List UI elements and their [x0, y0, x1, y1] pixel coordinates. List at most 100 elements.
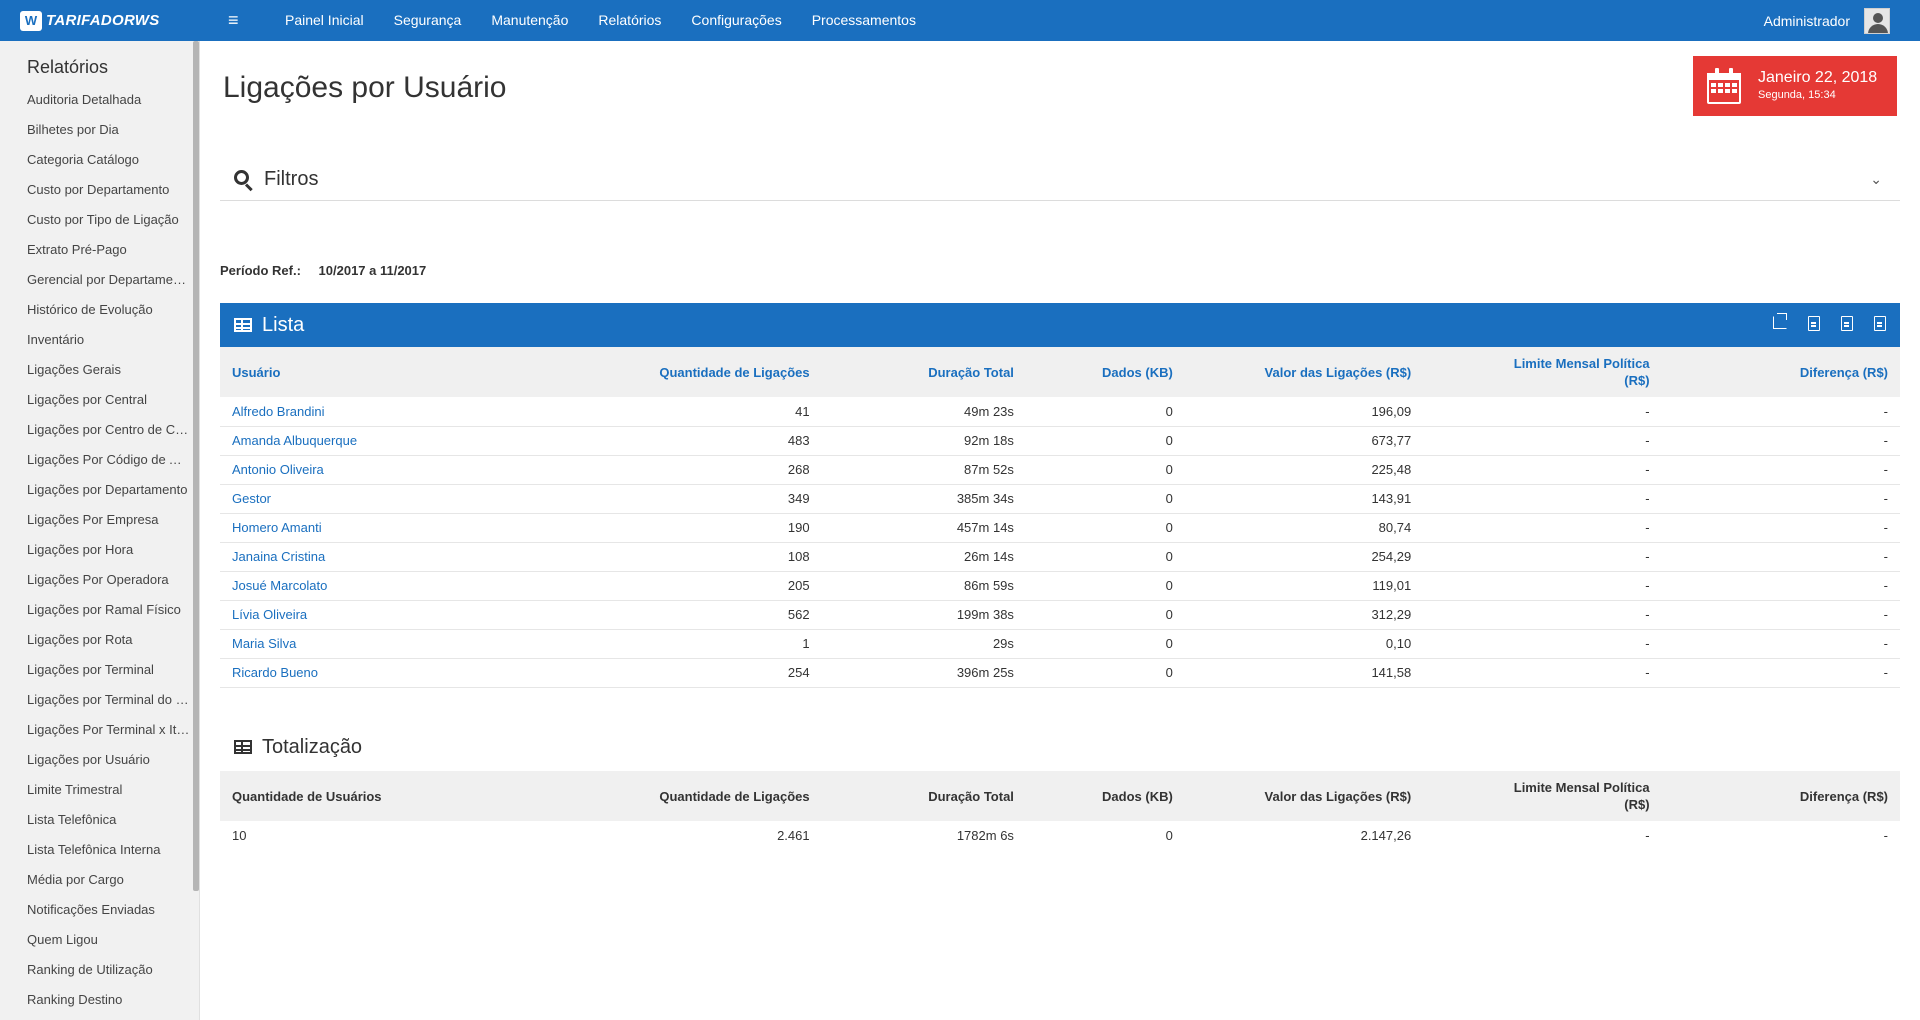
- user-link[interactable]: Gestor: [220, 484, 550, 514]
- table-cell: -: [1423, 426, 1662, 456]
- column-header[interactable]: Quantidade de Ligações: [549, 347, 822, 397]
- table-cell: 10: [232, 828, 247, 843]
- sidebar-item[interactable]: Lista Telefônica: [0, 805, 190, 835]
- sidebar-item[interactable]: Média por Cargo: [0, 865, 190, 895]
- user-link[interactable]: Antonio Oliveira: [220, 455, 550, 485]
- column-header[interactable]: Valor das Ligações (R$): [1184, 347, 1424, 397]
- table-cell: 349: [549, 484, 822, 514]
- sidebar-item[interactable]: Ligações por Ramal Físico: [0, 595, 190, 625]
- chevron-down-icon[interactable]: ⌄: [1870, 171, 1882, 188]
- period-reference: Período Ref.: 10/2017 a 11/2017: [220, 263, 426, 278]
- column-header[interactable]: Duração Total: [821, 347, 1026, 397]
- export-excel-icon[interactable]: [1874, 316, 1886, 331]
- sidebar-item[interactable]: Ligações por Terminal do Usuário: [0, 685, 190, 715]
- table-cell: 196,09: [1184, 397, 1424, 427]
- export-pdf-icon[interactable]: [1841, 316, 1853, 331]
- nav-item[interactable]: Configurações: [676, 0, 796, 41]
- table-row: Maria Silva 1 29s 0 0,10- -: [220, 629, 1900, 659]
- table-cell: 119,01: [1184, 571, 1424, 601]
- sidebar-item[interactable]: Lista Telefônica Interna: [0, 835, 190, 865]
- nav-item[interactable]: Segurança: [379, 0, 477, 41]
- sidebar-item[interactable]: Ligações Por Terminal x Item: [0, 715, 190, 745]
- table-cell: 483: [549, 426, 822, 456]
- user-link[interactable]: Ricardo Bueno: [220, 658, 550, 688]
- column-header[interactable]: Usuário: [220, 347, 550, 397]
- sidebar-item[interactable]: Extrato Pré-Pago: [0, 235, 190, 265]
- sidebar-item[interactable]: Ligações por Hora: [0, 535, 190, 565]
- sidebar-item[interactable]: Inventário: [0, 325, 190, 355]
- sidebar-item[interactable]: Auditoria Detalhada: [0, 85, 190, 115]
- user-link[interactable]: Lívia Oliveira: [220, 600, 550, 630]
- column-header[interactable]: Dados (KB): [1025, 347, 1185, 397]
- sidebar-item[interactable]: Ligações por Departamento: [0, 475, 190, 505]
- table-cell: 2.461: [777, 828, 810, 843]
- sidebar-item[interactable]: Ligações por Central: [0, 385, 190, 415]
- sidebar-item[interactable]: Custo por Tipo de Ligação: [0, 205, 190, 235]
- sidebar-item[interactable]: Categoria Catálogo: [0, 145, 190, 175]
- table-cell: -: [1423, 513, 1662, 543]
- table-cell: -: [1661, 426, 1900, 456]
- sidebar-item[interactable]: Custo por Departamento: [0, 175, 190, 205]
- sidebar-item[interactable]: Ligações por Rota: [0, 625, 190, 655]
- nav-item[interactable]: Relatórios: [583, 0, 676, 41]
- table-row: Antonio Oliveira 268 87m 52s 0 225,48- -: [220, 455, 1900, 485]
- column-header[interactable]: Diferença (R$): [1661, 347, 1900, 397]
- sidebar-item[interactable]: Limite Trimestral: [0, 775, 190, 805]
- table-cell: -: [1661, 571, 1900, 601]
- table-cell: -: [1661, 542, 1900, 572]
- column-header[interactable]: Limite Mensal Política (R$): [1423, 347, 1662, 397]
- sidebar-item[interactable]: Ligações por Terminal: [0, 655, 190, 685]
- table-cell: 199m 38s: [821, 600, 1026, 630]
- sidebar-item[interactable]: Ligações Gerais: [0, 355, 190, 385]
- table-cell: -: [1661, 513, 1900, 543]
- sidebar-item[interactable]: Ranking de Utilização: [0, 955, 190, 985]
- hamburger-menu-icon[interactable]: ≡: [228, 10, 248, 31]
- sidebar-item[interactable]: Ligações Por Operadora: [0, 565, 190, 595]
- table-cell: -: [1423, 542, 1662, 572]
- sidebar-item[interactable]: Ranking Destino: [0, 985, 190, 1015]
- table-cell: 2.147,26: [1360, 828, 1412, 843]
- sidebar-item[interactable]: Histórico de Evolução: [0, 295, 190, 325]
- table-cell: -: [1661, 455, 1900, 485]
- user-name[interactable]: Administrador: [1764, 13, 1850, 29]
- user-link[interactable]: Maria Silva: [220, 629, 550, 659]
- table-row: 10 2.461 1782m 6s 0 2.147,26 - -: [220, 821, 1900, 850]
- share-icon[interactable]: [1773, 313, 1787, 329]
- table-cell: 562: [549, 600, 822, 630]
- filters-panel-header[interactable]: Filtros ⌄: [220, 159, 1900, 201]
- table-cell: -: [1661, 600, 1900, 630]
- table-row: Alfredo Brandini 41 49m 23s 0 196,09- -: [220, 397, 1900, 427]
- table-cell: 86m 59s: [821, 571, 1026, 601]
- table-cell: 190: [549, 513, 822, 543]
- search-icon: [234, 169, 254, 191]
- table-cell: 108: [549, 542, 822, 572]
- user-menu[interactable]: Administrador: [1764, 0, 1890, 41]
- sidebar-item[interactable]: Ligações por Centro de Custo: [0, 415, 190, 445]
- table-cell: -: [1423, 658, 1662, 688]
- sidebar-item[interactable]: Quem Ligou: [0, 925, 190, 955]
- user-link[interactable]: Amanda Albuquerque: [220, 426, 550, 456]
- table-cell: 0: [1025, 571, 1185, 601]
- user-link[interactable]: Janaina Cristina: [220, 542, 550, 572]
- user-link[interactable]: Homero Amanti: [220, 513, 550, 543]
- sidebar-scrollbar[interactable]: [193, 41, 199, 891]
- main-nav: Painel Inicial Segurança Manutenção Relatór…: [270, 0, 931, 41]
- user-avatar-icon[interactable]: [1864, 7, 1890, 34]
- app-logo[interactable]: W TARIFADORWS: [20, 10, 190, 31]
- user-link[interactable]: Alfredo Brandini: [220, 397, 550, 427]
- sidebar-item[interactable]: Ligações Por Empresa: [0, 505, 190, 535]
- nav-item[interactable]: Manutenção: [476, 0, 583, 41]
- table-row: Janaina Cristina 108 26m 14s 0 254,29- -: [220, 542, 1900, 572]
- export-doc-icon[interactable]: [1808, 316, 1820, 331]
- sidebar-item[interactable]: Ligações por Usuário: [0, 745, 190, 775]
- sidebar-item[interactable]: Bilhetes por Dia: [0, 115, 190, 145]
- column-header: Limite Mensal Política (R$): [1423, 771, 1662, 821]
- user-link[interactable]: Josué Marcolato: [220, 571, 550, 601]
- sidebar-item[interactable]: Notificações Enviadas: [0, 895, 190, 925]
- period-label: Período Ref.:: [220, 263, 301, 278]
- sidebar-item[interactable]: Gerencial por Departamento: [0, 265, 190, 295]
- nav-item[interactable]: Processamentos: [797, 0, 931, 41]
- column-header: Quantidade de Ligações: [549, 771, 822, 821]
- nav-item[interactable]: Painel Inicial: [270, 0, 379, 41]
- sidebar-item[interactable]: Ligações Por Código de Acesso: [0, 445, 190, 475]
